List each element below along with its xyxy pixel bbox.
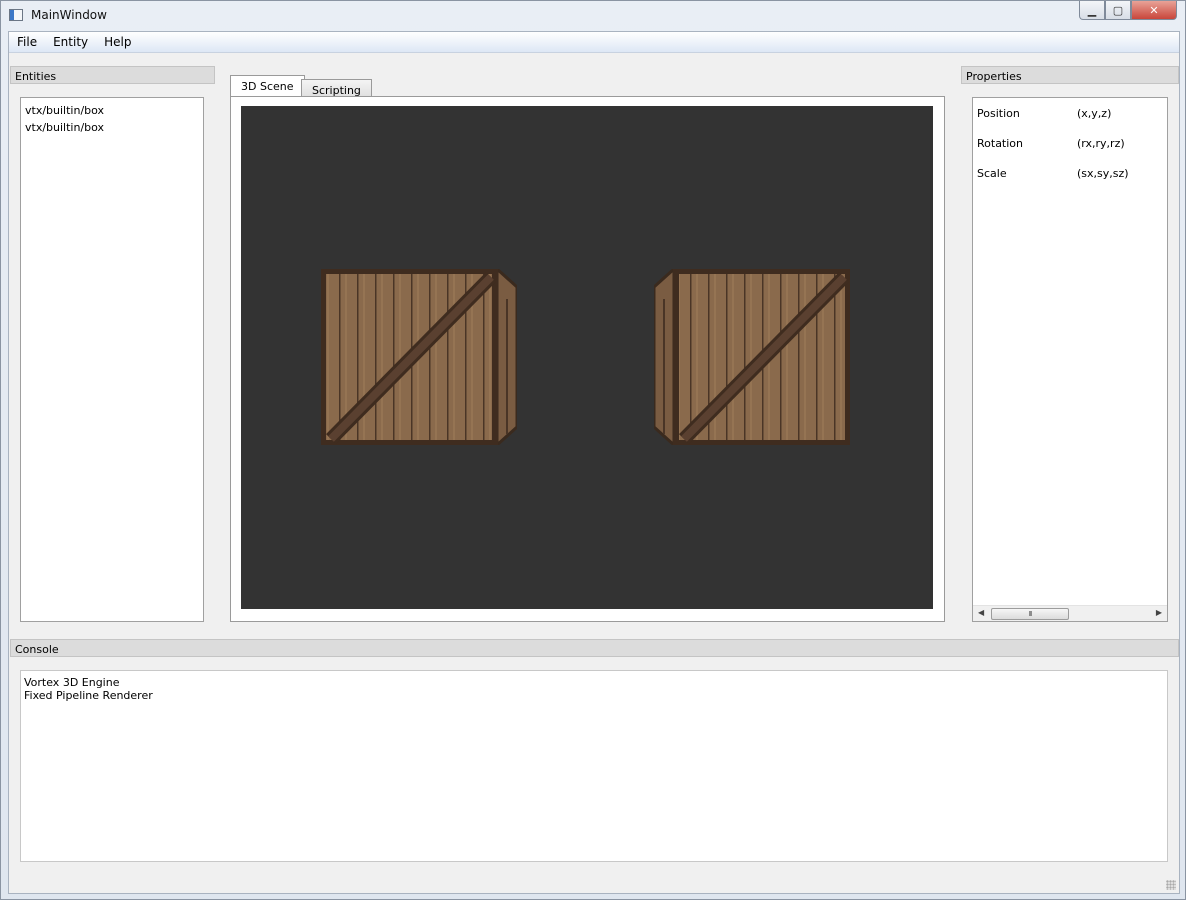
maximize-button[interactable]: ▢ xyxy=(1105,1,1131,20)
client-area: File Entity Help Entities vtx/builtin/bo… xyxy=(8,31,1180,894)
property-name-rotation: Rotation xyxy=(977,137,1024,150)
list-item[interactable]: vtx/builtin/box xyxy=(21,119,203,136)
crate-box-2[interactable] xyxy=(654,269,850,445)
title-bar[interactable]: MainWindow ▁ ▢ ✕ xyxy=(1,1,1185,31)
grip-icon: III xyxy=(1028,610,1032,618)
scene-tab-pane xyxy=(230,96,945,622)
properties-dock-title[interactable]: Properties xyxy=(961,66,1179,84)
menu-entity[interactable]: Entity xyxy=(45,32,96,53)
properties-table[interactable]: Position (x,y,z) Rotation (rx,ry,rz) Sca… xyxy=(972,97,1168,622)
3d-viewport[interactable] xyxy=(241,106,933,609)
property-value-scale[interactable]: (sx,sy,sz) xyxy=(1077,167,1129,180)
tab-3d-scene[interactable]: 3D Scene xyxy=(230,75,305,98)
console-dock-title[interactable]: Console xyxy=(10,639,1179,657)
property-value-position[interactable]: (x,y,z) xyxy=(1077,107,1111,120)
entities-list[interactable]: vtx/builtin/box vtx/builtin/box xyxy=(20,97,204,622)
property-name-position: Position xyxy=(977,107,1020,120)
main-window: MainWindow ▁ ▢ ✕ File Entity Help Entiti… xyxy=(0,0,1186,900)
resize-grip-icon[interactable] xyxy=(1166,880,1176,890)
menu-help[interactable]: Help xyxy=(96,32,139,53)
close-button[interactable]: ✕ xyxy=(1131,1,1177,20)
console-line: Vortex 3D Engine xyxy=(24,676,120,689)
scroll-left-icon[interactable]: ◀ xyxy=(978,608,984,617)
entities-dock-title[interactable]: Entities xyxy=(10,66,215,84)
minimize-button[interactable]: ▁ xyxy=(1079,1,1105,20)
console-line: Fixed Pipeline Renderer xyxy=(24,689,153,702)
window-controls: ▁ ▢ ✕ xyxy=(1079,1,1177,21)
scroll-right-icon[interactable]: ▶ xyxy=(1156,608,1162,617)
close-icon: ✕ xyxy=(1149,3,1159,17)
minimize-icon: ▁ xyxy=(1087,3,1097,17)
app-window-icon xyxy=(9,9,23,21)
menu-bar: File Entity Help xyxy=(9,32,1179,53)
property-name-scale: Scale xyxy=(977,167,1007,180)
maximize-icon: ▢ xyxy=(1112,3,1124,17)
list-item[interactable]: vtx/builtin/box xyxy=(21,102,203,119)
console-output[interactable]: Vortex 3D Engine Fixed Pipeline Renderer xyxy=(20,670,1168,862)
crate-box-1[interactable] xyxy=(321,269,517,445)
scrollbar-thumb[interactable]: III xyxy=(991,608,1069,620)
property-value-rotation[interactable]: (rx,ry,rz) xyxy=(1077,137,1125,150)
window-title: MainWindow xyxy=(31,8,107,22)
properties-horizontal-scrollbar[interactable]: ◀ III ▶ xyxy=(973,605,1167,621)
menu-file[interactable]: File xyxy=(9,32,45,53)
